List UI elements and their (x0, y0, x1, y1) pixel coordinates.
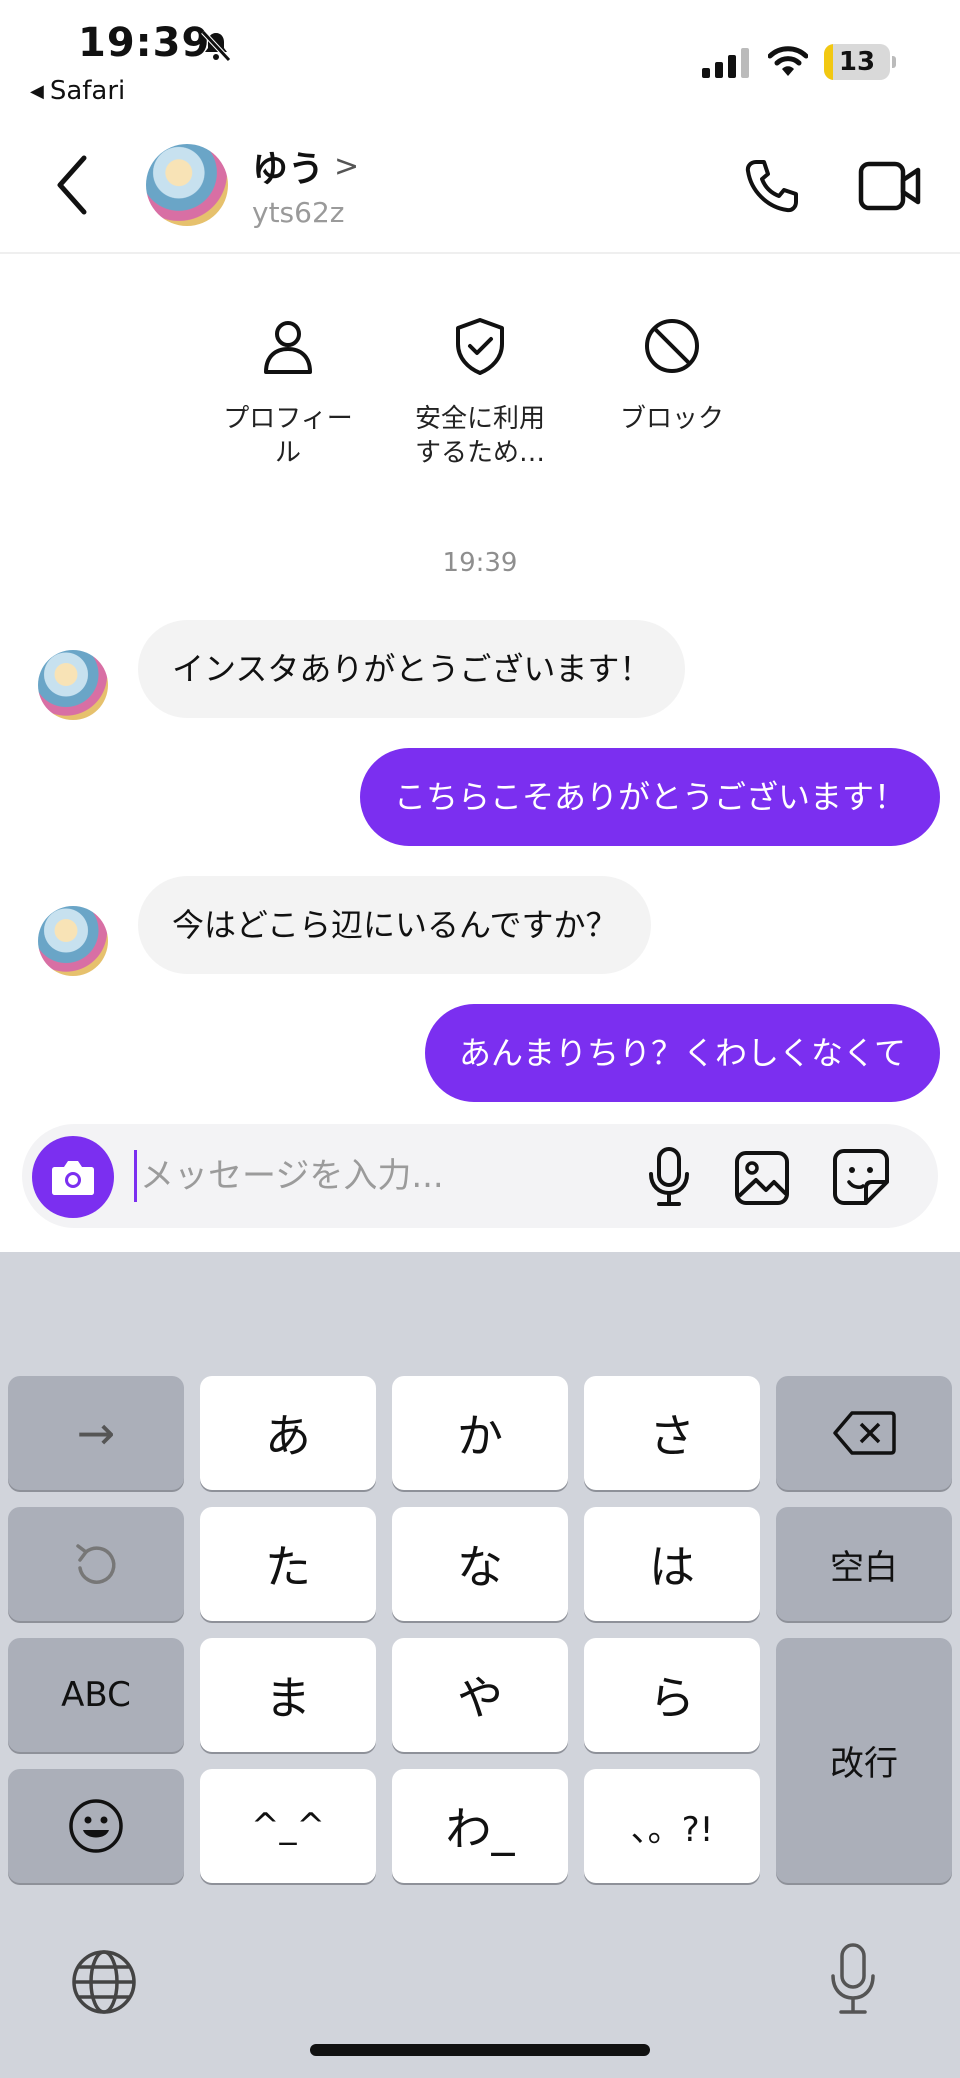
emoji-key[interactable] (8, 1769, 184, 1883)
battery-percent: 13 (838, 47, 876, 77)
key-wa[interactable]: わ_ (392, 1769, 568, 1883)
outgoing-message: あんまりちり？くわしくなくて (424, 1004, 940, 1102)
key-sa[interactable]: さ (584, 1376, 760, 1490)
block-icon (645, 319, 699, 373)
key-ta[interactable]: た (200, 1507, 376, 1621)
profile-label-line2: ル (274, 438, 301, 468)
chat-screen: 19:39 ◀ Safari 13 ゆう > yts62z プロフィー ル 安全… (0, 0, 960, 2078)
back-app-label: Safari (49, 76, 126, 106)
profile-action[interactable]: プロフィール (203, 314, 373, 470)
safety-label-line2: するため… (414, 438, 545, 468)
return-key[interactable]: 改行 (776, 1638, 952, 1883)
message-input[interactable]: メッセージを入力... (140, 1150, 444, 1202)
back-triangle-icon: ◀ (30, 80, 44, 102)
header-divider (0, 252, 960, 254)
key-ka[interactable]: か (392, 1376, 568, 1490)
key-ha[interactable]: は (584, 1507, 760, 1621)
text-caret (134, 1150, 137, 1202)
dictation-mic-icon[interactable] (828, 1942, 878, 2016)
contact-name: ゆう (252, 149, 325, 190)
home-indicator[interactable] (310, 2044, 650, 2056)
microphone-icon[interactable] (646, 1146, 692, 1208)
phone-call-icon[interactable] (742, 156, 802, 216)
cellular-signal-icon (702, 48, 749, 78)
space-key[interactable]: 空白 (776, 1507, 952, 1621)
incoming-message: 今はどこら辺にいるんですか？ (138, 876, 652, 974)
incoming-message: インスタありがとうございます！ (138, 620, 686, 718)
battery-icon: 13 (824, 44, 896, 80)
key-na[interactable]: な (392, 1507, 568, 1621)
user-icon (264, 321, 312, 374)
block-label: ブロック (619, 404, 724, 434)
abc-key[interactable]: ABC (8, 1638, 184, 1752)
key-ya[interactable]: や (392, 1638, 568, 1752)
message-avatar[interactable] (38, 650, 108, 720)
backspace-key[interactable] (776, 1376, 952, 1490)
camera-button[interactable] (32, 1136, 114, 1218)
message-avatar[interactable] (38, 906, 108, 976)
block-action[interactable]: ブロック (587, 314, 757, 436)
chevron-right-icon: > (334, 148, 360, 184)
emoji-icon (69, 1799, 123, 1853)
key-ma[interactable]: ま (200, 1638, 376, 1752)
globe-icon[interactable] (70, 1948, 138, 2016)
undo-icon (76, 1544, 116, 1584)
contact-name-link[interactable]: ゆう > (252, 140, 359, 192)
header-avatar[interactable] (146, 144, 228, 226)
key-ra[interactable]: ら (584, 1638, 760, 1752)
back-chevron-icon[interactable] (52, 150, 92, 220)
video-call-icon[interactable] (858, 158, 922, 214)
profile-label-line1: プロフィー (223, 404, 353, 434)
wifi-icon (768, 46, 808, 76)
safety-label-line1: 安全に利用 (414, 404, 545, 434)
status-time: 19:39 (78, 20, 211, 66)
key-kaomoji[interactable]: ^_^ (200, 1769, 376, 1883)
image-gallery-icon[interactable] (734, 1150, 790, 1206)
safety-action[interactable]: 安全に利用するため… (395, 314, 565, 470)
key-punctuation[interactable]: 、。?! (584, 1769, 760, 1883)
chat-timestamp: 19:39 (442, 548, 518, 578)
contact-username: yts62z (252, 196, 345, 229)
back-to-app[interactable]: ◀ Safari (30, 76, 125, 106)
shield-check-icon (456, 318, 504, 375)
key-a[interactable]: あ (200, 1376, 376, 1490)
bell-off-icon (201, 30, 231, 62)
undo-key[interactable] (8, 1507, 184, 1621)
camera-icon (52, 1161, 94, 1195)
sticker-icon[interactable] (832, 1148, 890, 1206)
backspace-icon (833, 1411, 896, 1455)
outgoing-message: こちらこそありがとうございます！ (359, 748, 940, 846)
key-arrow-right[interactable]: → (8, 1376, 184, 1490)
